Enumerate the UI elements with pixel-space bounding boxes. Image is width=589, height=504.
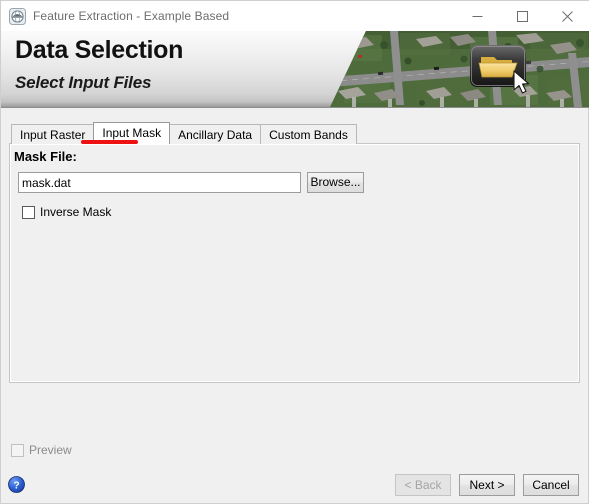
- wizard-buttons: < Back Next > Cancel: [395, 474, 579, 496]
- mask-file-label: Mask File:: [14, 149, 77, 164]
- aerial-neighborhood-photo: [330, 31, 589, 107]
- maximize-icon[interactable]: [500, 1, 545, 31]
- window-title: Feature Extraction - Example Based: [33, 9, 230, 23]
- help-question-icon[interactable]: ?: [8, 476, 25, 493]
- browse-button[interactable]: Browse...: [307, 172, 364, 193]
- title-bar[interactable]: Feature Extraction - Example Based: [1, 1, 589, 31]
- svg-text:?: ?: [13, 480, 19, 491]
- cancel-button[interactable]: Cancel: [523, 474, 579, 496]
- app-globe-icon: [9, 7, 26, 25]
- inverse-mask-label: Inverse Mask: [40, 205, 112, 219]
- banner: Data Selection Select Input Files: [1, 31, 589, 108]
- inverse-mask-checkbox[interactable]: Inverse Mask: [22, 205, 111, 219]
- tab-custom-bands[interactable]: Custom Bands: [260, 124, 357, 144]
- checkbox-box-icon[interactable]: [22, 205, 35, 219]
- input-mask-panel: Mask File: Browse... Inverse Mask: [9, 143, 580, 383]
- tab-ancillary-data[interactable]: Ancillary Data: [169, 124, 262, 144]
- tab-strip: Input Raster Input Mask Ancillary Data C…: [11, 122, 357, 144]
- page-title: Data Selection: [15, 36, 184, 64]
- open-folder-icon: [478, 57, 518, 78]
- window-controls: [455, 1, 589, 31]
- close-icon[interactable]: [545, 1, 589, 31]
- page-subtitle: Select Input Files: [15, 73, 152, 92]
- application-window: Feature Extraction - Example Based Data …: [0, 0, 589, 504]
- preview-checkbox: Preview: [11, 443, 72, 457]
- back-button[interactable]: < Back: [395, 474, 451, 496]
- red-underline-annotation: [81, 140, 138, 144]
- mask-file-input[interactable]: [18, 172, 301, 193]
- minimize-icon[interactable]: [455, 1, 500, 31]
- preview-label: Preview: [29, 443, 72, 457]
- next-button[interactable]: Next >: [459, 474, 515, 496]
- checkbox-box-icon: [11, 443, 24, 457]
